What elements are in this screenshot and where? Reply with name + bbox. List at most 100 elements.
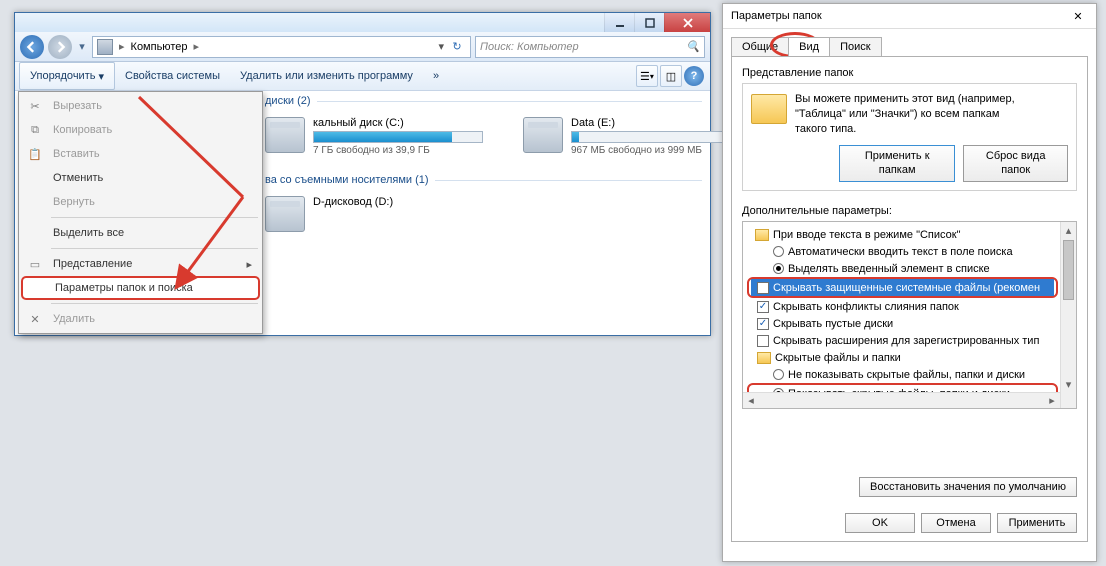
drive-icon <box>265 117 305 153</box>
toolbar: Упорядочить▾ Свойства системы Удалить ил… <box>15 62 710 91</box>
computer-icon <box>97 39 113 55</box>
apply-button[interactable]: Применить <box>997 513 1077 533</box>
vertical-scrollbar[interactable]: ▴▾ <box>1060 222 1076 408</box>
cut-icon: ✂ <box>27 98 43 114</box>
tab-search[interactable]: Поиск <box>829 37 881 56</box>
view-mode-button[interactable]: ☰▾ <box>636 65 658 87</box>
tree-option-hide-protected[interactable]: Скрывать защищенные системные файлы (рек… <box>751 279 1054 296</box>
folder-options-dialog: Параметры папок ✕ Общие Вид Поиск Предст… <box>722 3 1097 562</box>
breadcrumb[interactable]: ▸ Компьютер ▸ ▾ ↻ <box>92 36 471 58</box>
drive-item[interactable]: Data (E:) 967 МБ свободно из 999 МБ <box>523 117 741 156</box>
scroll-up-icon[interactable]: ▴ <box>1061 222 1076 238</box>
help-button[interactable]: ? <box>684 66 704 86</box>
dialog-footer: OK Отмена Применить <box>732 505 1087 541</box>
drive-name: Data (E:) <box>571 117 741 129</box>
dvd-icon <box>265 196 305 232</box>
group-caption: Представление папок <box>742 67 1077 79</box>
search-input[interactable]: Поиск: Компьютер 🔍 <box>475 36 705 58</box>
delete-icon: ✕ <box>27 311 43 327</box>
organize-menu: ✂Вырезать ⧉Копировать 📋Вставить Отменить… <box>18 91 263 334</box>
tab-general[interactable]: Общие <box>731 37 789 56</box>
refresh-icon[interactable]: ↻ <box>448 40 466 53</box>
scroll-thumb[interactable] <box>1063 240 1074 300</box>
dialog-title: Параметры папок <box>731 10 822 22</box>
tree-option[interactable]: ✓Скрывать пустые диски <box>747 315 1058 332</box>
breadcrumb-sep: ▸ <box>117 40 127 53</box>
nav-history-dropdown[interactable]: ▾ <box>76 40 88 53</box>
menu-folder-options[interactable]: Параметры папок и поиска <box>21 276 260 300</box>
checkbox-icon: ✓ <box>757 318 769 330</box>
menu-delete[interactable]: ✕Удалить <box>21 307 260 331</box>
chevron-down-icon: ▾ <box>98 70 104 83</box>
radio-icon <box>773 263 784 274</box>
toolbar-overflow[interactable]: » <box>423 62 449 90</box>
menu-cut[interactable]: ✂Вырезать <box>21 94 260 118</box>
nav-forward-button[interactable] <box>48 35 72 59</box>
tree-group: Скрытые файлы и папки <box>747 349 1058 366</box>
scroll-down-icon[interactable]: ▾ <box>1061 376 1076 392</box>
drive-item[interactable]: D-дисковод (D:) <box>265 196 393 232</box>
restore-defaults-button[interactable]: Восстановить значения по умолчанию <box>859 477 1077 497</box>
menu-undo[interactable]: Отменить <box>21 166 260 190</box>
cancel-button[interactable]: Отмена <box>921 513 991 533</box>
dialog-close-button[interactable]: ✕ <box>1068 6 1088 26</box>
tree-option[interactable]: Не показывать скрытые файлы, папки и дис… <box>747 366 1058 383</box>
radio-icon <box>773 369 784 380</box>
breadcrumb-dropdown[interactable]: ▾ <box>438 40 444 53</box>
tree-option[interactable]: Автоматически вводить текст в поле поиск… <box>747 243 1058 260</box>
drive-usage-bar <box>313 131 483 143</box>
reset-folders-button[interactable]: Сброс вида папок <box>963 145 1068 183</box>
ok-button[interactable]: OK <box>845 513 915 533</box>
breadcrumb-sep: ▸ <box>191 40 201 53</box>
section-header-hdd: диски (2) <box>265 91 702 113</box>
menu-separator <box>51 248 258 249</box>
drive-item[interactable]: кальный диск (C:) 7 ГБ свободно из 39,9 … <box>265 117 483 156</box>
annotation-highlight: Скрывать защищенные системные файлы (рек… <box>747 277 1058 298</box>
checkbox-icon <box>757 335 769 347</box>
horizontal-scrollbar[interactable]: ◂▸ <box>743 392 1060 408</box>
tree-option[interactable]: Выделять введенный элемент в списке <box>747 260 1058 277</box>
scroll-left-icon[interactable]: ◂ <box>743 393 759 408</box>
checkbox-icon <box>757 282 769 294</box>
drive-name: кальный диск (C:) <box>313 117 483 129</box>
organize-button[interactable]: Упорядочить▾ <box>19 62 115 90</box>
nav-back-button[interactable] <box>20 35 44 59</box>
preview-pane-button[interactable]: ◫ <box>660 65 682 87</box>
menu-redo[interactable]: Вернуть <box>21 190 260 214</box>
title-bar[interactable] <box>15 13 710 32</box>
search-icon: 🔍 <box>686 40 700 53</box>
folder-icon <box>755 229 769 241</box>
address-bar: ▾ ▸ Компьютер ▸ ▾ ↻ Поиск: Компьютер 🔍 <box>15 32 710 62</box>
tree-option[interactable]: Скрывать расширения для зарегистрированн… <box>747 332 1058 349</box>
menu-select-all[interactable]: Выделить все <box>21 221 260 245</box>
menu-separator <box>51 303 258 304</box>
advanced-label: Дополнительные параметры: <box>742 205 1077 217</box>
tab-view[interactable]: Вид <box>788 37 830 56</box>
menu-paste[interactable]: 📋Вставить <box>21 142 260 166</box>
dialog-title-bar[interactable]: Параметры папок ✕ <box>723 4 1096 29</box>
system-properties-button[interactable]: Свойства системы <box>115 62 230 90</box>
group-description: Вы можете применить этот вид (например, … <box>795 92 1068 182</box>
uninstall-program-button[interactable]: Удалить или изменить программу <box>230 62 423 90</box>
folder-views-group: Вы можете применить этот вид (например, … <box>742 83 1077 191</box>
window-close-button[interactable] <box>664 13 710 32</box>
search-placeholder: Поиск: Компьютер <box>480 41 579 53</box>
drive-free-text: 967 МБ свободно из 999 МБ <box>571 145 741 156</box>
menu-layout[interactable]: ▭Представление <box>21 252 260 276</box>
apply-to-folders-button[interactable]: Применить к папкам <box>839 145 955 183</box>
advanced-settings-tree[interactable]: При вводе текста в режиме "Список" Автом… <box>742 221 1077 409</box>
scroll-right-icon[interactable]: ▸ <box>1044 393 1060 408</box>
drive-free-text: 7 ГБ свободно из 39,9 ГБ <box>313 145 483 156</box>
folder-icon <box>757 352 771 364</box>
window-minimize-button[interactable] <box>604 13 634 32</box>
tab-panel-view: Представление папок Вы можете применить … <box>731 56 1088 542</box>
drive-name: D-дисковод (D:) <box>313 196 393 208</box>
window-maximize-button[interactable] <box>634 13 664 32</box>
copy-icon: ⧉ <box>27 122 43 138</box>
explorer-window: ▾ ▸ Компьютер ▸ ▾ ↻ Поиск: Компьютер 🔍 У… <box>14 12 711 336</box>
tree-option[interactable]: ✓Скрывать конфликты слияния папок <box>747 298 1058 315</box>
tab-strip: Общие Вид Поиск <box>723 29 1096 56</box>
menu-copy[interactable]: ⧉Копировать <box>21 118 260 142</box>
paste-icon: 📋 <box>27 146 43 162</box>
breadcrumb-item[interactable]: Компьютер <box>131 41 188 53</box>
